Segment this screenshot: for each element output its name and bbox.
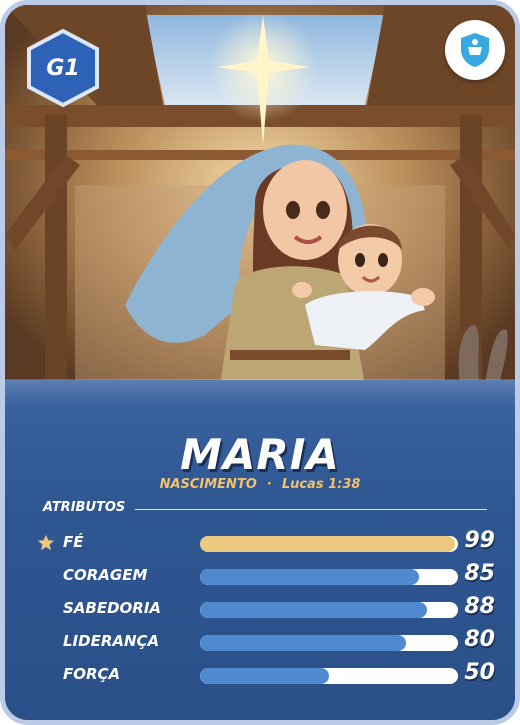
attribute-bar [200,602,458,618]
scripture-reference: Lucas 1:38 [281,477,361,492]
shield-icon [445,20,505,80]
attribute-row: FÉ 99 [5,528,515,556]
attribute-label: LIDERANÇA [63,632,160,650]
attribute-value: 85 [464,561,495,586]
attribute-bar [200,536,458,552]
attribute-value: 88 [464,594,495,619]
event-label: NASCIMENTO [159,477,257,492]
attribute-bar-fill [200,569,420,585]
attribute-bar [200,635,458,651]
attribute-bar [200,668,458,684]
attribute-row: FORÇA 50 [5,660,515,688]
subtitle-separator: · [266,477,272,492]
attribute-bar-fill [200,668,329,684]
section-title: ATRIBUTOS [43,500,126,515]
attribute-label: SABEDORIA [63,599,162,617]
section-divider [135,509,487,510]
attribute-value: 80 [464,627,495,652]
character-subtitle: NASCIMENTO · Lucas 1:38 [5,477,515,492]
character-name: MARIA [180,430,340,479]
generation-badge: G1 [46,55,80,81]
attribute-row: SABEDORIA 88 [5,594,515,622]
attribute-bar-fill [200,536,456,552]
attribute-label: FÉ [63,533,84,551]
attribute-label: CORAGEM [63,566,148,584]
attribute-row: LIDERANÇA 80 [5,627,515,655]
attribute-label: FORÇA [63,665,121,683]
character-card: G1 MARIA NASCIMENTO · Lucas 1:38 ATRIBUTOS… [0,0,520,725]
attribute-row: CORAGEM 85 [5,561,515,589]
attribute-bar-fill [200,602,428,618]
attribute-bar-fill [200,635,407,651]
star-icon [37,534,55,551]
attribute-value: 50 [464,660,495,685]
attribute-bar [200,569,458,585]
attribute-value: 99 [464,528,495,553]
